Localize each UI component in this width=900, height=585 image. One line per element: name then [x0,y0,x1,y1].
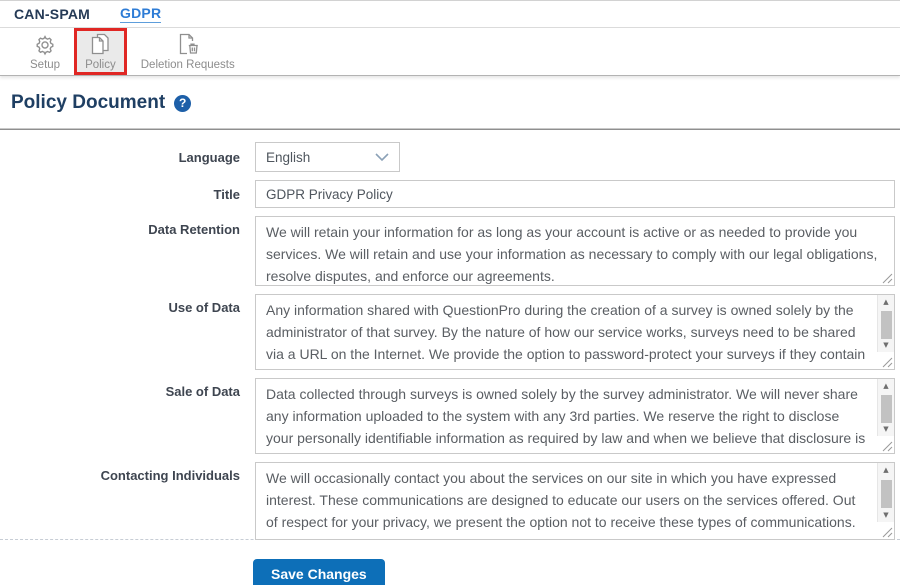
use-of-data-textarea[interactable]: Any information shared with QuestionPro … [255,294,895,370]
scrollbar-thumb[interactable] [880,479,892,509]
title-label: Title [213,186,241,202]
scrollbar-thumb[interactable] [880,311,892,339]
page-title: Policy Document [11,92,166,113]
form-row-language: Language English [5,142,895,172]
page-header: Policy Document ? [5,92,895,114]
scrollbar-thumb[interactable] [880,395,892,423]
gdpr-toolbar: Setup Policy Deletion Requests [0,28,900,76]
scroll-up-icon[interactable]: ▲ [878,295,895,308]
toolbar-item-label: Setup [30,58,61,71]
resize-handle[interactable] [878,353,894,369]
toolbar-item-label: Deletion Requests [140,58,235,71]
language-label: Language [178,149,240,165]
deletion-requests-icon [176,32,200,56]
toolbar-item-policy[interactable]: Policy [74,28,127,75]
language-select[interactable]: English [255,142,400,172]
vertical-scrollbar[interactable]: ▲ ▼ [877,379,894,436]
scroll-up-icon[interactable]: ▲ [878,379,895,392]
language-selected-value: English [266,149,311,165]
scroll-down-icon[interactable]: ▼ [878,508,895,522]
sale-of-data-textarea[interactable]: Data collected through surveys is owned … [255,378,895,454]
chevron-down-icon [375,150,389,165]
use-of-data-label: Use of Data [168,300,240,315]
resize-handle[interactable] [878,269,894,285]
form-row-sale-of-data: Sale of Data Data collected through surv… [5,378,895,454]
gdpr-settings-page: CAN-SPAM GDPR Setup Policy Deletion Requ… [0,0,900,585]
data-retention-label: Data Retention [148,222,240,237]
scroll-down-icon[interactable]: ▼ [878,423,895,436]
toolbar-item-label: Policy [85,58,116,71]
contacting-individuals-label: Contacting Individuals [100,468,240,483]
gear-icon [34,32,56,56]
scroll-down-icon[interactable]: ▼ [878,339,895,352]
vertical-scrollbar[interactable]: ▲ ▼ [877,463,894,522]
form-row-data-retention: Data Retention We will retain your infor… [5,216,895,286]
resize-handle[interactable] [878,437,894,453]
toolbar-item-deletion-requests[interactable]: Deletion Requests [131,28,245,75]
tab-gdpr[interactable]: GDPR [120,5,162,23]
title-input[interactable] [255,180,895,208]
button-row: Save Changes [5,540,895,585]
vertical-scrollbar[interactable]: ▲ ▼ [877,295,894,352]
tab-bar: CAN-SPAM GDPR [0,0,900,28]
policy-pages-icon [88,32,112,56]
data-retention-textarea[interactable]: We will retain your information for as l… [255,216,895,286]
contacting-individuals-textarea[interactable]: We will occasionally contact you about t… [255,462,895,540]
header-divider [0,128,900,130]
save-changes-button[interactable]: Save Changes [253,559,385,585]
form-row-use-of-data: Use of Data Any information shared with … [5,294,895,370]
policy-document-panel: Policy Document ? Language English Title [0,76,900,585]
sale-of-data-label: Sale of Data [165,384,240,399]
scroll-up-icon[interactable]: ▲ [878,463,895,477]
resize-handle[interactable] [878,523,894,539]
toolbar-item-setup[interactable]: Setup [20,28,70,75]
tab-can-spam[interactable]: CAN-SPAM [14,6,90,22]
form-row-title: Title [5,180,895,208]
form-row-contacting-individuals: Contacting Individuals We will occasiona… [5,462,895,540]
help-icon[interactable]: ? [174,94,192,112]
